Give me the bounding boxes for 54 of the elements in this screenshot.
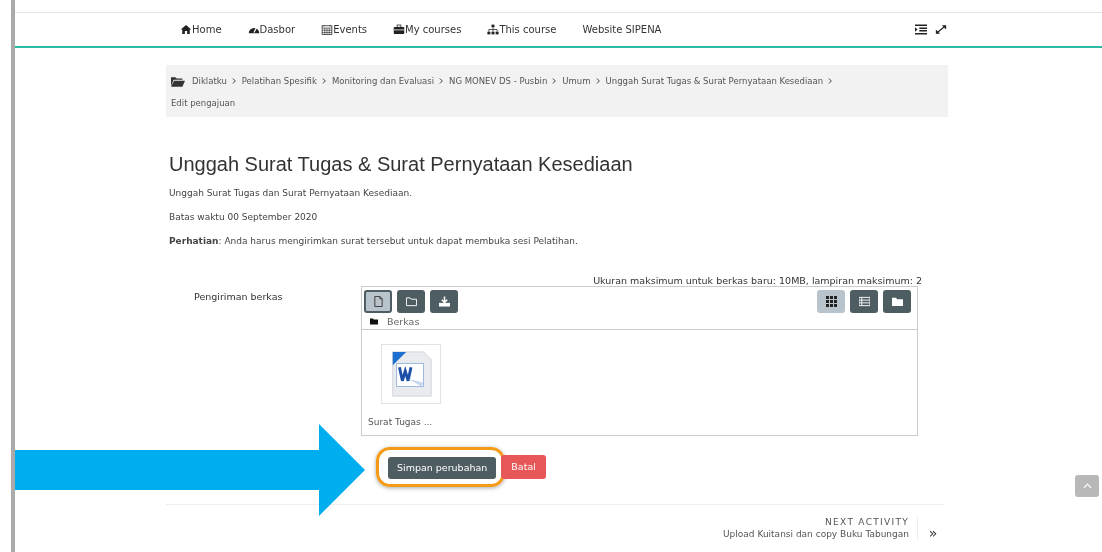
folder-icon [370,318,378,325]
list-view-button[interactable] [850,290,878,313]
field-label: Pengiriman berkas [193,290,284,304]
file-icon [372,296,384,307]
description-text: Unggah Surat Tugas dan Surat Pernyataan Kesediaan. [169,187,414,200]
breadcrumb-link[interactable]: NG MONEV DS - Pusbin [449,73,548,89]
nav-link[interactable]: Website SIPENA [582,24,662,35]
folder-icon [891,296,903,307]
limits-text: Ukuran maksimum untuk berkas baru: 10MB, lampiran maksimum: 2 [592,275,922,286]
chevron-up-icon [1082,483,1092,489]
folder-path[interactable]: Berkas [387,316,420,327]
chevron-icon [595,77,601,85]
briefcase-icon [393,24,405,35]
breadcrumb-link[interactable]: Pelatihan Spesifik [241,73,317,89]
chevron-icon [552,77,558,85]
deadline-text: Batas waktu 00 September 2020 [169,211,319,224]
fullscreen-icon[interactable] [935,24,947,35]
nav-link[interactable]: This course [487,24,557,35]
file-thumbnail[interactable] [381,344,441,404]
grid-view-button[interactable] [817,290,845,313]
breadcrumb-link[interactable]: Monitoring dan Evaluasi [331,73,435,89]
folder-icon [405,296,417,307]
chevron-icon [231,77,237,85]
save-button[interactable]: Simpan perubahan [388,456,497,479]
download-button[interactable] [430,290,458,313]
download-icon [438,296,450,307]
chevron-icon [439,77,445,85]
grid-icon [825,296,837,307]
folder-button[interactable] [397,290,425,313]
page-title: Unggah Surat Tugas & Surat Pernyataan Kesediaan [169,153,634,176]
file-button[interactable] [364,290,392,313]
chevron-icon [828,77,834,85]
breadcrumb-link[interactable]: Unggah Surat Tugas & Surat Pernyataan Kesediaan [605,73,824,89]
calendar-icon [321,24,334,35]
nav-link[interactable]: Home [180,24,222,35]
nav-link[interactable]: My courses [393,24,462,35]
chevron-icon [321,77,327,85]
cancel-button[interactable]: Batal [501,454,546,479]
notice-text: Perhatian: Anda harus mengirimkan surat tersebut untuk dapat membuka sesi Pelatihan. [169,235,579,248]
sitemap-icon [487,24,500,35]
sidebar-toggle-icon[interactable] [915,24,927,35]
folder-icon [171,75,185,87]
breadcrumb-link[interactable]: Diklatku [192,73,227,89]
breadcrumb-link[interactable]: Umum [562,73,591,89]
breadcrumb-current: Edit pengajuan [171,97,237,110]
next-chevron[interactable]: » [918,516,948,541]
list-icon [858,296,870,307]
home-icon [180,24,192,35]
nav-link[interactable]: Dasbor [247,24,296,35]
folder-view-button[interactable] [883,290,911,313]
next-activity-link[interactable]: Upload Kuitansi dan copy Buku Tabungan [723,528,909,539]
file-name[interactable]: Surat Tugas ... [368,417,448,427]
next-activity-label: NEXT ACTIVITY [825,516,909,527]
nav-link[interactable]: Events [321,24,367,35]
